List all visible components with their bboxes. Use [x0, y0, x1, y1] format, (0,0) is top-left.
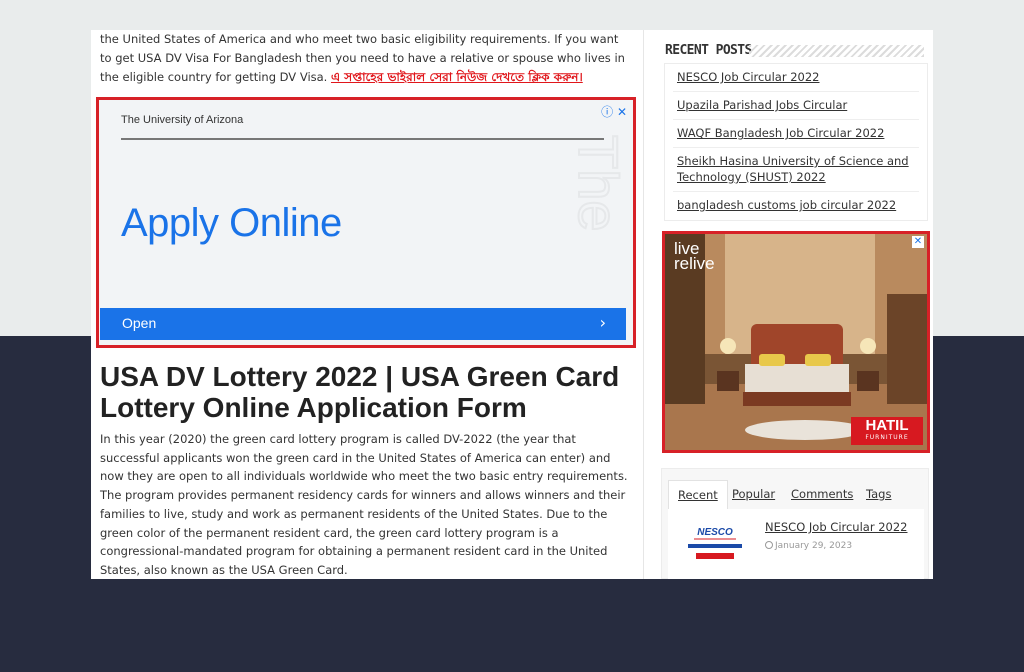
tab-post-title[interactable]: NESCO Job Circular 2022: [765, 520, 908, 534]
recent-post-item[interactable]: WAQF Bangladesh Job Circular 2022: [673, 120, 919, 148]
recent-post-item[interactable]: Upazila Parishad Jobs Circular: [673, 92, 919, 120]
tab-recent[interactable]: Recent: [668, 480, 728, 509]
tab-popular[interactable]: Popular: [723, 480, 784, 509]
tab-comments[interactable]: Comments: [782, 480, 862, 509]
recent-posts-heading: RECENT POSTS: [665, 43, 933, 59]
recent-post-item[interactable]: Sheikh Hasina University of Science and …: [673, 148, 919, 192]
svg-text:NESCO: NESCO: [697, 527, 733, 538]
close-icon[interactable]: ✕: [617, 105, 627, 119]
close-icon[interactable]: ✕: [912, 236, 924, 248]
heading-stripes: [749, 45, 924, 57]
tab-panel-recent: NESCO NESCO Job Circular 2022 January 29…: [668, 509, 924, 579]
ad-advertiser: The University of Arizona: [121, 114, 244, 126]
article-main: the United States of America and who mee…: [91, 30, 643, 579]
recent-posts-title: RECENT POSTS: [665, 43, 752, 58]
svg-text:The: The: [567, 135, 630, 232]
ad-watermark-text: The: [566, 134, 631, 233]
ad-open-label: Open: [122, 315, 157, 331]
chevron-right-icon: ›: [599, 313, 606, 332]
article-body: In this year (2020) the green card lotte…: [100, 432, 628, 577]
tabbed-widget: Recent Popular Comments Tags NESCO NESCO…: [661, 468, 929, 579]
column-divider: [643, 30, 644, 579]
recent-posts-list: NESCO Job Circular 2022 Upazila Parishad…: [665, 64, 927, 219]
ad-headline[interactable]: Apply Online: [121, 201, 342, 246]
article-title: USA DV Lottery 2022 | USA Green Card Lot…: [100, 361, 620, 423]
hatil-logo: HATIL FURNITURE: [851, 417, 923, 445]
recent-post-item[interactable]: NESCO Job Circular 2022: [673, 64, 919, 92]
sidebar: RECENT POSTS NESCO Job Circular 2022 Upa…: [661, 30, 933, 579]
clock-icon: [765, 541, 773, 549]
recent-posts-box: NESCO Job Circular 2022 Upazila Parishad…: [664, 63, 928, 221]
content-container: the United States of America and who mee…: [91, 30, 933, 579]
tab-tags[interactable]: Tags: [857, 480, 900, 509]
ad-open-button[interactable]: Open ›: [100, 308, 626, 340]
tab-post-date: January 29, 2023: [765, 541, 852, 551]
university-ad[interactable]: ⓘ ✕ The University of Arizona The Apply …: [96, 97, 636, 348]
nesco-thumbnail[interactable]: NESCO: [680, 519, 750, 567]
hatil-tagline: live relive: [674, 239, 715, 273]
info-icon[interactable]: ⓘ: [601, 105, 613, 119]
viral-news-link[interactable]: এ সপ্তাহের ভাইরাল সেরা নিউজ দেখতে ক্লিক …: [331, 70, 583, 84]
furniture-ad[interactable]: live relive ✕ HATIL FURNITURE: [662, 231, 930, 453]
adchoices-icons[interactable]: ⓘ ✕: [601, 103, 627, 120]
article-intro: the United States of America and who mee…: [100, 30, 630, 87]
recent-post-item[interactable]: bangladesh customs job circular 2022: [673, 192, 919, 219]
